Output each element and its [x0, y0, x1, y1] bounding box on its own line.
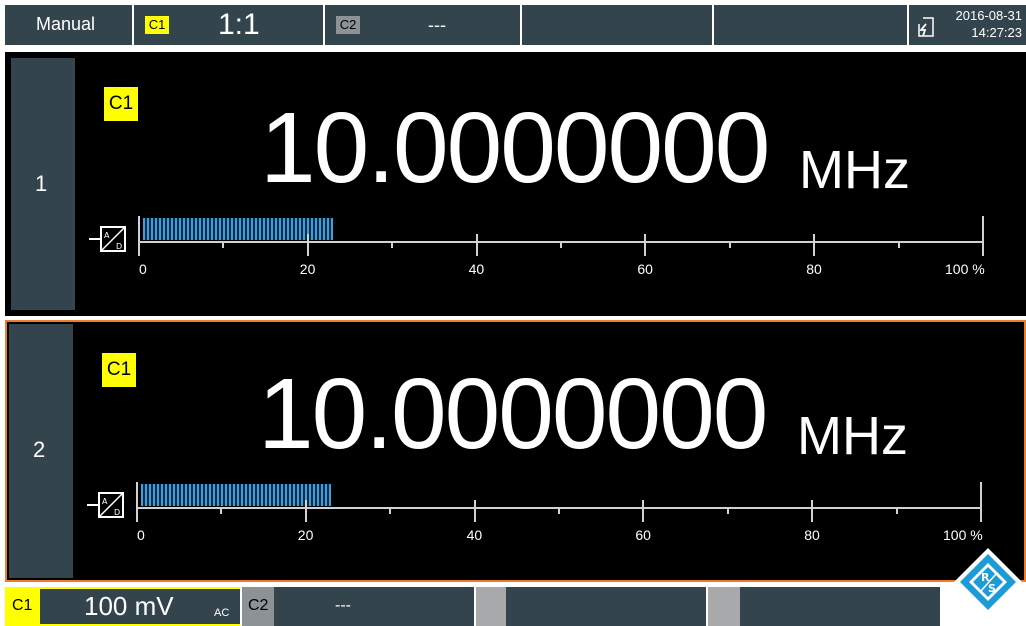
- frequency-value: 10.0000000: [260, 92, 770, 204]
- scale-tick-label: 20: [299, 261, 316, 277]
- frequency-unit: MHz: [797, 406, 908, 466]
- scale-tick: [220, 507, 223, 514]
- panel-number-tab[interactable]: 1: [11, 58, 75, 310]
- channel-slot-disabled[interactable]: [476, 587, 506, 626]
- channel2-value: ---: [428, 15, 446, 35]
- channel1-vertical-settings[interactable]: 100 mV AC: [40, 587, 240, 626]
- battery-charging-icon: [918, 17, 934, 37]
- measurement-panel-2[interactable]: 2 C1 10.0000000 MHz A D 0 20 40 60 80 100 %: [5, 320, 1026, 582]
- frequency-unit: MHz: [799, 140, 910, 200]
- scale-tick: [389, 507, 392, 514]
- time-display: 14:27:23: [971, 25, 1022, 40]
- channel2-vertical-settings[interactable]: ---: [274, 587, 474, 626]
- channel1-coupling: AC: [214, 607, 230, 619]
- panel-channel-tag: C1: [102, 353, 136, 387]
- panel-channel-tag: C1: [104, 87, 138, 121]
- scale-tick: [304, 500, 307, 522]
- scale-tick-label: 100 %: [945, 261, 985, 277]
- panel-number: 2: [33, 437, 46, 462]
- channel2-value: ---: [335, 597, 351, 614]
- level-fill: [141, 484, 331, 506]
- scale-tick-label: 20: [297, 527, 314, 543]
- adc-converter-icon: A D: [87, 492, 124, 518]
- scale-tick-label: 40: [468, 261, 485, 277]
- mode-label: Manual: [36, 14, 96, 34]
- measurement-panel-1[interactable]: 1 C1 10.0000000 MHz A D 0 20 40 60 80 100 %: [5, 52, 1026, 316]
- channel-slot-empty[interactable]: [506, 587, 706, 626]
- scale-tick-label: 0: [139, 261, 147, 277]
- date-display: 2016-08-31: [955, 8, 1023, 23]
- scale-tick: [558, 507, 560, 514]
- channel-slot-disabled[interactable]: [708, 587, 740, 626]
- scale-tick: [642, 500, 645, 522]
- scale-tick-label: 0: [137, 527, 145, 543]
- scale-tick: [222, 241, 225, 248]
- scale-tick: [475, 234, 478, 256]
- channel1-settings[interactable]: C1 1:1: [134, 5, 323, 45]
- svg-text:D: D: [116, 242, 122, 251]
- adc-level-bar: A D 0 20 40 60 80 100 %: [87, 204, 1007, 294]
- scale-tick: [306, 234, 309, 256]
- channel2-settings[interactable]: C2 ---: [325, 5, 520, 45]
- scale-tick: [811, 500, 814, 522]
- scale-tick: [644, 234, 647, 256]
- channel1-tag: C1: [12, 597, 33, 614]
- power-datetime-area[interactable]: 2016-08-31 14:27:23: [909, 5, 1026, 45]
- level-fill: [143, 218, 333, 240]
- scale-tick-label: 80: [804, 527, 820, 543]
- top-status-bar: Manual C1 1:1 C2 --- 2016-08-31 14:27:23: [0, 0, 1026, 50]
- frequency-value: 10.0000000: [258, 358, 768, 470]
- bottom-channel-bar: C1 100 mV AC C2 ---: [0, 585, 1026, 626]
- channel2-tag: C2: [248, 597, 269, 614]
- scale-tick: [813, 234, 816, 256]
- scale-tick: [982, 216, 984, 256]
- scale-tick: [895, 507, 898, 514]
- rohde-schwarz-logo[interactable]: R S: [952, 546, 1024, 618]
- panel-number: 1: [35, 171, 48, 196]
- svg-text:D: D: [114, 508, 120, 517]
- scale-tick-label: 60: [637, 261, 653, 277]
- channel2-tag: C2: [336, 16, 360, 34]
- status-slot-empty[interactable]: [714, 5, 907, 45]
- svg-text:S: S: [988, 582, 996, 595]
- scale-tick-label: 100 %: [943, 527, 983, 543]
- channel1-tag-button[interactable]: C1: [5, 587, 40, 626]
- scale-tick-label: 80: [806, 261, 822, 277]
- status-slot-empty[interactable]: [522, 5, 712, 45]
- scale-tick: [391, 241, 394, 248]
- scale-tick: [560, 241, 562, 248]
- adc-level-bar: A D 0 20 40 60 80 100 %: [85, 470, 1005, 560]
- channel2-tag-button[interactable]: C2: [242, 587, 274, 626]
- scale-tick: [138, 216, 140, 256]
- scale-tick: [728, 241, 731, 248]
- channel1-tag: C1: [145, 16, 169, 34]
- svg-text:A: A: [104, 231, 110, 240]
- svg-text:A: A: [102, 497, 108, 506]
- channel1-scale: 100 mV: [84, 591, 174, 621]
- channel-slot-empty[interactable]: [740, 587, 940, 626]
- channel1-ratio: 1:1: [218, 8, 260, 41]
- scale-tick: [726, 507, 729, 514]
- mode-button[interactable]: Manual: [5, 5, 132, 45]
- scale-tick: [136, 482, 138, 522]
- scale-tick: [897, 241, 900, 248]
- scale-tick: [473, 500, 476, 522]
- adc-converter-icon: A D: [89, 226, 126, 252]
- panel-number-tab[interactable]: 2: [9, 324, 73, 578]
- scale-tick-label: 40: [466, 527, 483, 543]
- scale-tick: [980, 482, 982, 522]
- scale-tick-label: 60: [635, 527, 651, 543]
